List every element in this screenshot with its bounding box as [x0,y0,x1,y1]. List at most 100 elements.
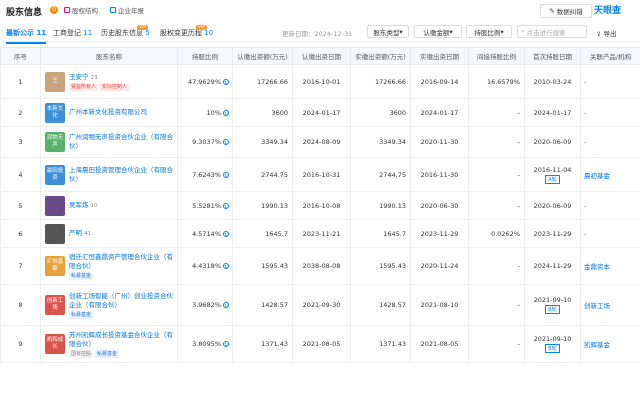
holder-avatar: 润物无声 [45,132,65,152]
col-paid: 实缴出资额(万元) [350,47,411,65]
tab-registration[interactable]: 工商登记 11 [53,28,92,38]
tab-history-holders[interactable]: 历史股东信息 5 VIP [101,25,150,38]
row-no: 8 [0,284,41,326]
row-no: 5 [0,191,41,220]
tab-equity-change[interactable]: 股权变更历程 10 VIP [160,25,213,38]
holder-name-link[interactable]: 创新工场智能（广州）创业投资合伙企业（有限合伙） [69,292,173,309]
table-row: 5 吴军炼 10 5.5281% ↻ 1990.13 2016-10-08 199… [0,191,640,220]
ratio-info-icon[interactable]: ↻ [223,139,229,145]
paid-date: 2020-06-30 [410,191,469,220]
indirect-ratio: - [468,247,525,285]
paid-amount: 3349.34 [350,126,411,158]
subscribed-date: 2024-08-09 [292,126,351,158]
related-product-link: 晨初基金 [584,171,610,180]
data-correction-button[interactable]: ✎ 数据纠错 [540,4,592,18]
round-badge: B轮 [545,305,560,314]
holder-avatar [45,223,65,244]
vip-badge: VIP [196,25,208,30]
first-holding-date: 2021-09-10 [533,335,572,343]
holding-ratio-dropdown[interactable]: 持股比例 ▾ [466,25,512,38]
ratio-info-icon[interactable]: ↻ [223,341,229,347]
holder-tag: 私募基金 [69,272,94,280]
holder-type-dropdown[interactable]: 股东类型 ▾ [367,25,409,38]
indirect-ratio: - [468,325,525,363]
holder-name-link[interactable]: 宿迁汇恒鑫鼎资产管理合伙企业（有限合伙） [69,253,173,270]
holder-avatar: 本新文化 [45,102,65,123]
paid-amount: 17266.66 [350,64,411,99]
structure-icon [64,7,70,13]
holding-ratio: 4.4318% [192,262,221,270]
holder-name-link[interactable]: 上海晨田投资管理合伙企业（有限合伙） [69,166,173,183]
indirect-ratio: - [468,191,525,220]
holder-name-link[interactable]: 广州润物无声投资合伙企业（有限合伙） [69,133,173,150]
related-count: 23 [90,74,98,81]
related-product-link: - [584,229,587,238]
paid-date: 2016-09-14 [410,64,469,99]
holder-avatar: 王 [45,71,65,92]
ratio-info-icon[interactable]: ↻ [223,171,229,178]
paid-amount: 1595.43 [350,247,411,285]
first-holding-date: 2024-11-29 [533,262,572,270]
holder-name-link[interactable]: 王安宁 [69,73,89,81]
subscribed-amount-dropdown[interactable]: 认缴金额 ▾ [414,25,462,38]
search-icon: ⌕ [521,27,525,35]
indirect-ratio: - [468,284,525,326]
row-no: 4 [0,157,41,192]
related-product-link: - [584,201,587,210]
holder-name-link[interactable]: 严明 [69,229,82,237]
indirect-ratio: - [468,157,525,192]
related-count: 10 [90,203,98,209]
ratio-info-icon[interactable]: ↻ [223,230,229,237]
edit-icon: ✎ [549,7,555,15]
table-row: 7 汇恒鑫鼎 宿迁汇恒鑫鼎资产管理合伙企业（有限合伙） 私募基金 4.4318% ↻ … [0,247,640,285]
related-product-link: 创新工场 [584,302,610,310]
paid-date: 2024-01-17 [410,98,469,127]
ratio-info-icon[interactable]: ↻ [223,263,229,269]
first-holding-date: 2010-03-24 [533,77,572,86]
holding-ratio: 5.5281% [192,201,221,210]
holder-tag: 私募基金 [69,311,94,319]
tab-latest[interactable]: 最新公示 11 [6,28,47,44]
col-no: 序号 [0,47,41,65]
first-holding-date: 2024-01-17 [533,108,572,117]
holding-ratio: 3.8095% [192,340,221,348]
subscribed-date: 2021-09-30 [292,284,351,326]
subscribed-amount: 1428.57 [232,284,293,326]
report-icon [110,7,116,13]
holder-name-link[interactable]: 苏州凯辉成长投资基金合伙企业（有限合伙） [69,331,173,348]
vip-badge: VIP [137,25,149,30]
holder-tag: 私募基金 [95,350,120,358]
subscribed-date: 2021-08-05 [292,325,351,363]
paid-amount: 1645.7 [350,219,411,248]
table-header: 序号 股东名称 持股比例 认缴出资额(万元) 认缴出资日期 实缴出资额(万元) 实缴出资日期… [0,47,640,65]
ratio-info-icon[interactable]: ↻ [223,202,229,209]
first-holding-date: 2023-11-29 [533,229,572,238]
equity-structure-link[interactable]: 股权结构 [64,5,98,15]
col-paid-date: 实缴出资日期 [410,47,469,65]
holder-tag: 国有控股 [69,350,94,358]
first-holding-date: 2016-11-04 [533,165,572,174]
ratio-info-icon[interactable]: ↻ [223,78,229,85]
paid-amount: 3600 [350,98,411,127]
related-count: 41 [84,231,92,237]
subscribed-date: 2038-08-08 [292,247,351,285]
holder-avatar: 创新工场 [45,295,65,315]
holder-tag: 受益所有人 [69,83,99,91]
ratio-info-icon[interactable]: ↻ [223,302,229,308]
holder-name-link[interactable]: 广州本新文化投资有限公司 [69,108,147,116]
table-row: 8 创新工场 创新工场智能（广州）创业投资合伙企业（有限合伙） 私募基金 3.968… [0,284,640,326]
related-product-link: 凯辉基金 [584,341,610,349]
export-icon: ⇪ [596,30,602,38]
tab-bar: 最新公示 11 工商登记 11 历史股东信息 5 VIP 股权变更历程 10 VIP… [0,22,640,44]
holder-avatar: 晨田投资 [45,164,65,185]
search-input[interactable]: ⌕ 点击进行搜索 [517,25,587,38]
export-button[interactable]: ⇪ 导出 [596,28,617,38]
table-row: 2 本新文化 广州本新文化投资有限公司 10% ↻ 3600 2024-01-17 … [0,98,640,127]
subscribed-amount: 17266.66 [232,64,293,99]
col-subscribed: 认缴出资额(万元) [232,47,293,65]
ratio-info-icon[interactable]: ↻ [223,109,229,116]
annual-report-link[interactable]: 企业年报 [110,5,144,15]
holder-name-link[interactable]: 吴军炼 [69,201,89,209]
col-first-date: 首次持股日期 [524,47,581,65]
row-no: 2 [0,98,41,127]
